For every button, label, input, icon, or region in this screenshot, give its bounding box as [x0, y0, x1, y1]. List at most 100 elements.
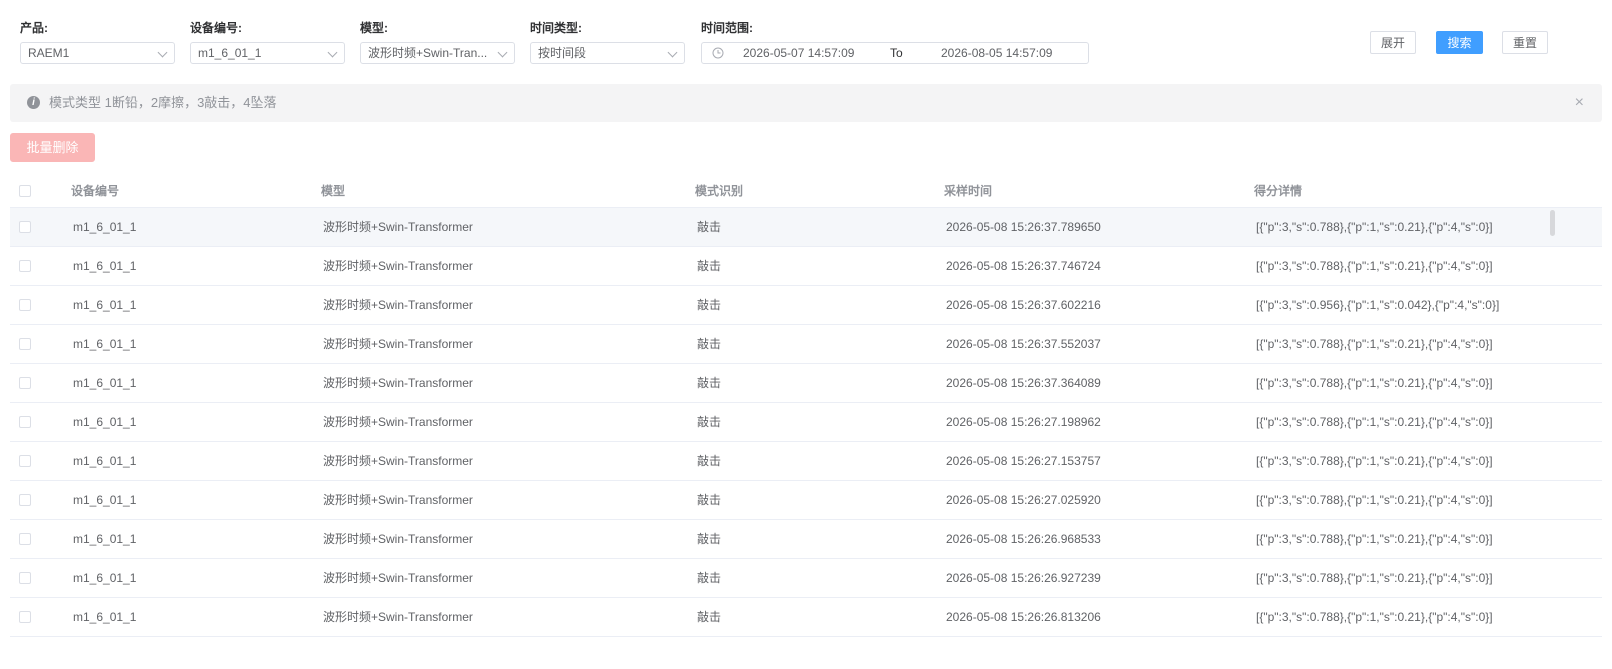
column-header-model: 模型 [321, 184, 346, 198]
row-checkbox[interactable] [19, 572, 31, 584]
row-checkbox[interactable] [19, 260, 31, 272]
cell-device: m1_6_01_1 [73, 337, 137, 351]
table-row[interactable]: m1_6_01_1 波形时频+Swin-Transformer 敲击 2026-05-… [10, 364, 1602, 403]
table-row[interactable]: m1_6_01_1 波形时频+Swin-Transformer 敲击 2026-05-… [10, 247, 1602, 286]
cell-device: m1_6_01_1 [73, 571, 137, 585]
cell-model: 波形时频+Swin-Transformer [323, 610, 473, 624]
table-row[interactable]: m1_6_01_1 波形时频+Swin-Transformer 敲击 2026-05-… [10, 598, 1602, 637]
chevron-down-icon [667, 47, 678, 58]
filter-time-range: 时间范围: 2026-05-07 14:57:09 To 2026-08-05 … [701, 20, 1089, 64]
row-checkbox[interactable] [19, 338, 31, 350]
time-range-separator: To [890, 46, 903, 60]
column-header-device: 设备编号 [71, 184, 120, 198]
time-type-select[interactable]: 按时间段 [530, 42, 685, 64]
row-checkbox[interactable] [19, 455, 31, 467]
cell-model: 波形时频+Swin-Transformer [323, 259, 473, 273]
cell-pattern: 敲击 [697, 337, 722, 351]
column-header-pattern: 模式识别 [695, 184, 744, 198]
cell-model: 波形时频+Swin-Transformer [323, 532, 473, 546]
table-row[interactable]: m1_6_01_1 波形时频+Swin-Transformer 敲击 2026-05-… [10, 559, 1602, 598]
filter-model: 模型: 波形时频+Swin-Tran... [360, 20, 515, 64]
row-checkbox[interactable] [19, 377, 31, 389]
cell-pattern: 敲击 [697, 610, 722, 624]
table-body: m1_6_01_1 波形时频+Swin-Transformer 敲击 2026-05-… [10, 208, 1602, 637]
time-range-picker[interactable]: 2026-05-07 14:57:09 To 2026-08-05 14:57:… [701, 42, 1089, 64]
cell-device: m1_6_01_1 [73, 376, 137, 390]
table-row[interactable]: m1_6_01_1 波形时频+Swin-Transformer 敲击 2026-05-… [10, 520, 1602, 559]
cell-score: [{"p":3,"s":0.788},{"p":1,"s":0.21},{"p"… [1256, 493, 1493, 507]
device-select-value: m1_6_01_1 [198, 46, 262, 60]
row-checkbox[interactable] [19, 221, 31, 233]
expand-button[interactable]: 展开 [1370, 31, 1416, 54]
time-range-start[interactable]: 2026-05-07 14:57:09 [743, 43, 854, 63]
cell-sample-time: 2026-05-08 15:26:37.746724 [946, 259, 1101, 273]
cell-sample-time: 2026-05-08 15:26:26.927239 [946, 571, 1101, 585]
filter-time-type: 时间类型: 按时间段 [530, 20, 685, 64]
device-label: 设备编号: [190, 21, 242, 35]
cell-score: [{"p":3,"s":0.788},{"p":1,"s":0.21},{"p"… [1256, 337, 1493, 351]
cell-model: 波形时频+Swin-Transformer [323, 493, 473, 507]
cell-pattern: 敲击 [697, 571, 722, 585]
table-row[interactable]: m1_6_01_1 波形时频+Swin-Transformer 敲击 2026-05-… [10, 286, 1602, 325]
chevron-down-icon [497, 47, 508, 58]
cell-score: [{"p":3,"s":0.788},{"p":1,"s":0.21},{"p"… [1256, 571, 1493, 585]
column-header-sample-time: 采样时间 [944, 184, 993, 198]
cell-score: [{"p":3,"s":0.956},{"p":1,"s":0.042},{"p… [1256, 298, 1500, 312]
device-select[interactable]: m1_6_01_1 [190, 42, 345, 64]
cell-pattern: 敲击 [697, 415, 722, 429]
product-select[interactable]: RAEM1 [20, 42, 175, 64]
cell-score: [{"p":3,"s":0.788},{"p":1,"s":0.21},{"p"… [1256, 610, 1493, 624]
table-row[interactable]: m1_6_01_1 波形时频+Swin-Transformer 敲击 2026-05-… [10, 442, 1602, 481]
cell-sample-time: 2026-05-08 15:26:26.968533 [946, 532, 1101, 546]
time-range-end[interactable]: 2026-08-05 14:57:09 [941, 43, 1052, 63]
cell-score: [{"p":3,"s":0.788},{"p":1,"s":0.21},{"p"… [1256, 220, 1493, 234]
cell-sample-time: 2026-05-08 15:26:37.602216 [946, 298, 1101, 312]
table-scrollbar[interactable] [1550, 210, 1555, 236]
cell-model: 波形时频+Swin-Transformer [323, 376, 473, 390]
table-row[interactable]: m1_6_01_1 波形时频+Swin-Transformer 敲击 2026-05-… [10, 403, 1602, 442]
cell-sample-time: 2026-05-08 15:26:27.153757 [946, 454, 1101, 468]
row-checkbox[interactable] [19, 299, 31, 311]
search-button[interactable]: 搜索 [1436, 31, 1483, 54]
cell-pattern: 敲击 [697, 454, 722, 468]
close-icon[interactable]: × [1575, 84, 1584, 122]
cell-model: 波形时频+Swin-Transformer [323, 571, 473, 585]
cell-pattern: 敲击 [697, 532, 722, 546]
filter-product: 产品: RAEM1 [20, 20, 175, 64]
cell-score: [{"p":3,"s":0.788},{"p":1,"s":0.21},{"p"… [1256, 259, 1493, 273]
model-select-value: 波形时频+Swin-Tran... [368, 46, 488, 60]
table-header: 设备编号 模型 模式识别 采样时间 得分详情 [10, 174, 1602, 208]
cell-device: m1_6_01_1 [73, 415, 137, 429]
row-checkbox[interactable] [19, 533, 31, 545]
reset-button[interactable]: 重置 [1502, 31, 1548, 54]
cell-pattern: 敲击 [697, 298, 722, 312]
table-row[interactable]: m1_6_01_1 波形时频+Swin-Transformer 敲击 2026-05-… [10, 208, 1602, 247]
row-checkbox[interactable] [19, 611, 31, 623]
row-checkbox[interactable] [19, 494, 31, 506]
batch-delete-button[interactable]: 批量删除 [10, 133, 95, 162]
cell-device: m1_6_01_1 [73, 454, 137, 468]
cell-device: m1_6_01_1 [73, 532, 137, 546]
cell-model: 波形时频+Swin-Transformer [323, 415, 473, 429]
cell-model: 波形时频+Swin-Transformer [323, 337, 473, 351]
row-checkbox[interactable] [19, 416, 31, 428]
cell-sample-time: 2026-05-08 15:26:37.789650 [946, 220, 1101, 234]
table-row[interactable]: m1_6_01_1 波形时频+Swin-Transformer 敲击 2026-05-… [10, 481, 1602, 520]
model-select[interactable]: 波形时频+Swin-Tran... [360, 42, 515, 64]
cell-sample-time: 2026-05-08 15:26:37.364089 [946, 376, 1101, 390]
cell-device: m1_6_01_1 [73, 493, 137, 507]
clock-icon [712, 47, 724, 59]
chevron-down-icon [327, 47, 338, 58]
cell-pattern: 敲击 [697, 493, 722, 507]
cell-device: m1_6_01_1 [73, 259, 137, 273]
table-row[interactable]: m1_6_01_1 波形时频+Swin-Transformer 敲击 2026-05-… [10, 325, 1602, 364]
select-all-checkbox[interactable] [19, 185, 31, 197]
info-icon: i [27, 96, 40, 109]
cell-sample-time: 2026-05-08 15:26:27.198962 [946, 415, 1101, 429]
cell-pattern: 敲击 [697, 220, 722, 234]
cell-score: [{"p":3,"s":0.788},{"p":1,"s":0.21},{"p"… [1256, 415, 1493, 429]
product-select-value: RAEM1 [28, 46, 70, 60]
cell-score: [{"p":3,"s":0.788},{"p":1,"s":0.21},{"p"… [1256, 532, 1493, 546]
filter-device: 设备编号: m1_6_01_1 [190, 20, 345, 64]
cell-model: 波形时频+Swin-Transformer [323, 220, 473, 234]
